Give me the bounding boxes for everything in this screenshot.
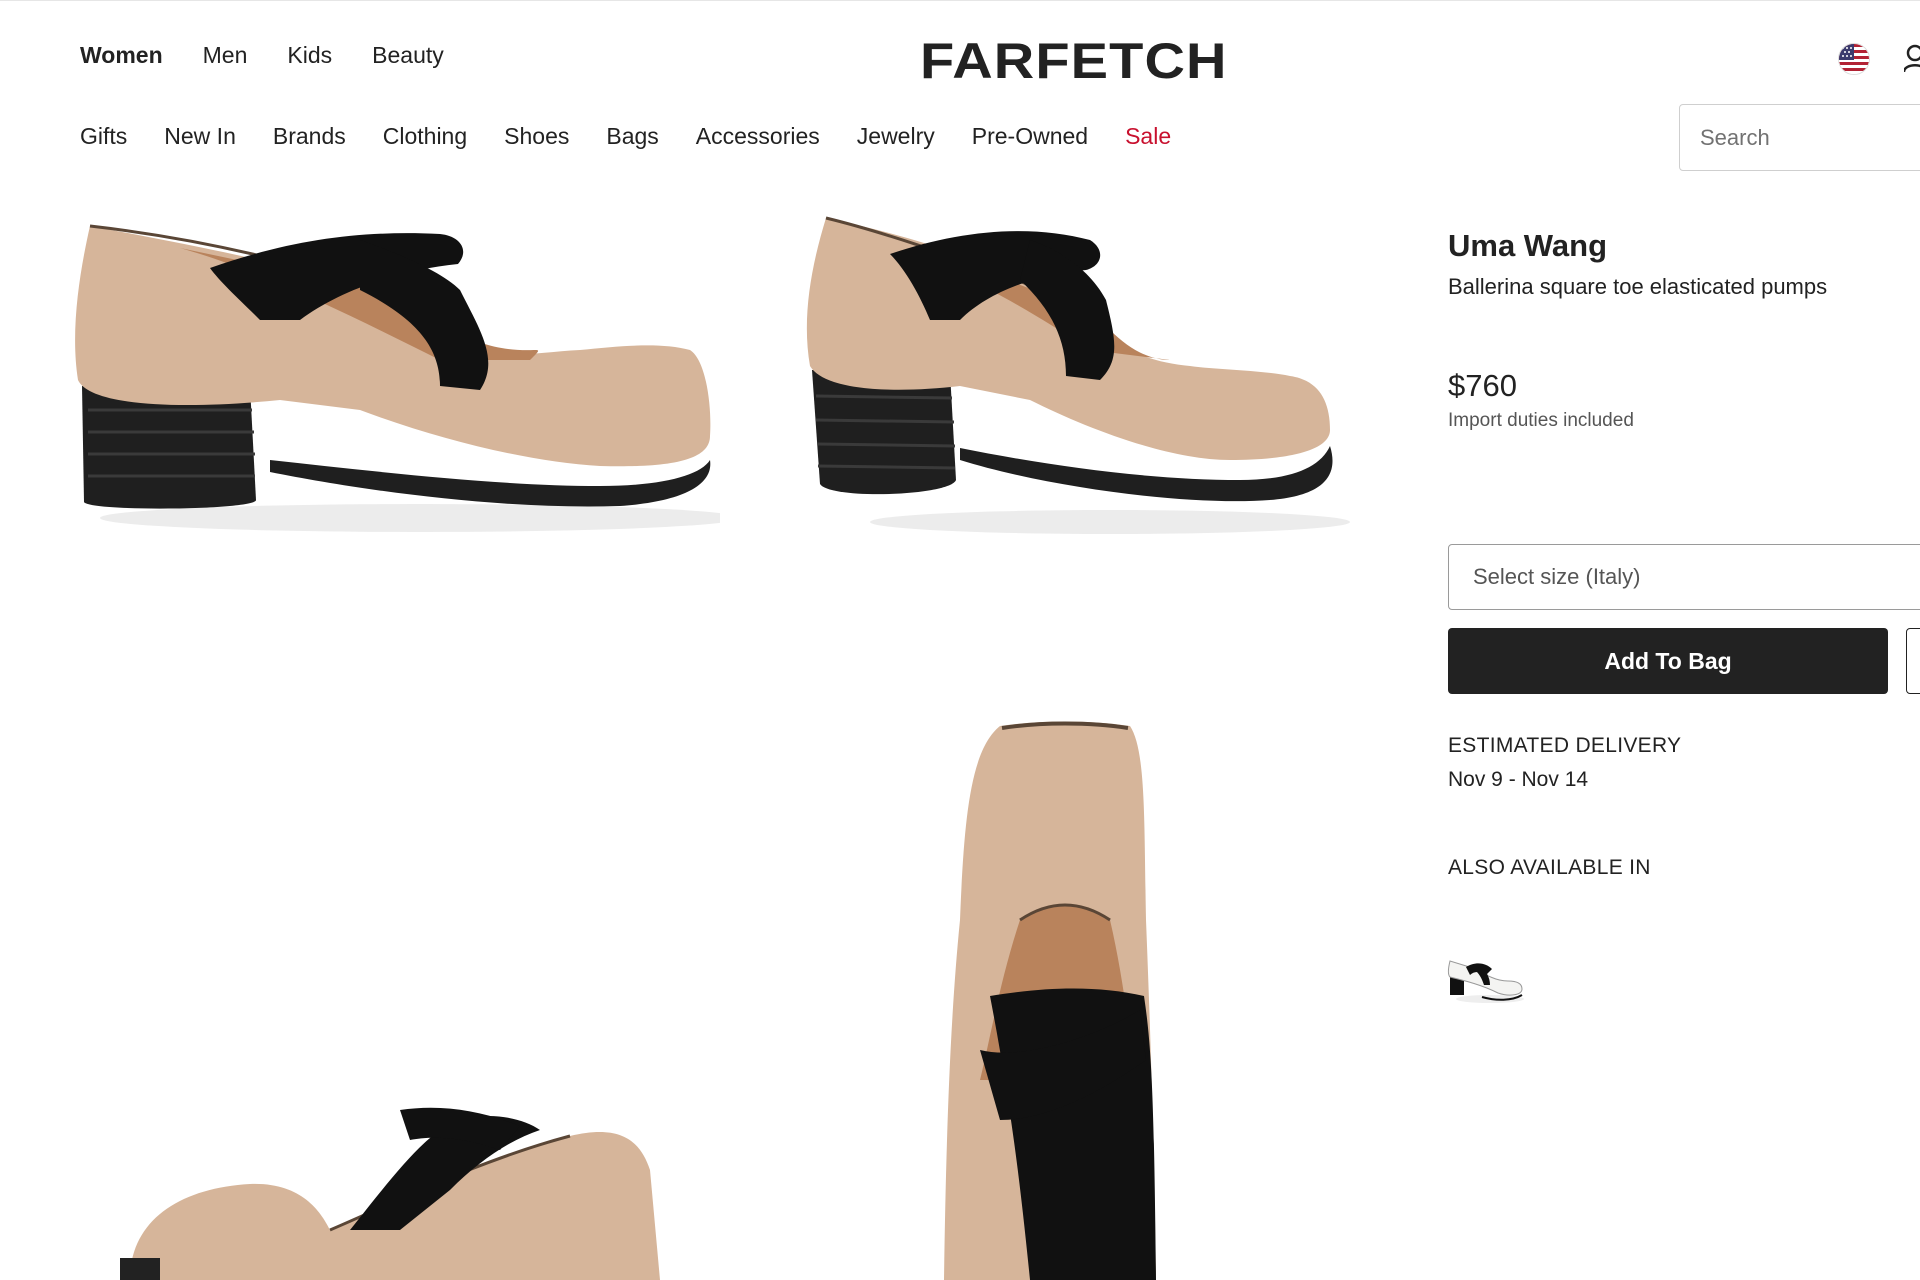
duties-note: Import duties included (1448, 410, 1634, 431)
nav-men[interactable]: Men (203, 42, 248, 69)
cat-sale[interactable]: Sale (1125, 123, 1171, 150)
cat-brands[interactable]: Brands (273, 123, 346, 150)
product-image-2[interactable] (790, 210, 1350, 550)
top-border (0, 0, 1920, 1)
cat-gifts[interactable]: Gifts (80, 123, 127, 150)
delivery-dates: Nov 9 - Nov 14 (1448, 768, 1589, 791)
heart-icon[interactable] (1906, 628, 1920, 694)
product-brand[interactable]: Uma Wang (1448, 228, 1607, 264)
add-to-bag-button[interactable]: Add To Bag (1448, 628, 1888, 694)
cat-shoes[interactable]: Shoes (504, 123, 569, 150)
also-available-label: ALSO AVAILABLE IN (1448, 856, 1651, 879)
cat-pre-owned[interactable]: Pre-Owned (972, 123, 1088, 150)
cat-new-in[interactable]: New In (164, 123, 236, 150)
cat-clothing[interactable]: Clothing (383, 123, 467, 150)
product-image-3[interactable] (120, 1080, 680, 1280)
category-nav: Gifts New In Brands Clothing Shoes Bags … (80, 123, 1171, 150)
product-image-4[interactable] (940, 720, 1180, 1280)
nav-beauty[interactable]: Beauty (372, 42, 444, 69)
account-icon[interactable] (1902, 44, 1920, 74)
variant-thumbnail[interactable] (1446, 955, 1526, 1007)
size-select[interactable]: Select size (Italy) (1448, 544, 1920, 610)
product-price: $760 (1448, 368, 1517, 403)
cat-accessories[interactable]: Accessories (696, 123, 820, 150)
search-input[interactable] (1679, 104, 1920, 171)
product-image-1[interactable] (60, 210, 720, 550)
product-description: Ballerina square toe elasticated pumps (1448, 274, 1828, 299)
gender-nav: Women Men Kids Beauty (80, 42, 444, 69)
us-flag-icon[interactable] (1838, 43, 1870, 75)
cat-jewelry[interactable]: Jewelry (857, 123, 935, 150)
nav-kids[interactable]: Kids (287, 42, 332, 69)
cat-bags[interactable]: Bags (606, 123, 658, 150)
delivery-label: ESTIMATED DELIVERY (1448, 734, 1682, 757)
size-select-label: Select size (Italy) (1473, 564, 1641, 589)
farfetch-logo[interactable]: FARFETCH (920, 32, 1228, 90)
nav-women[interactable]: Women (80, 42, 163, 69)
